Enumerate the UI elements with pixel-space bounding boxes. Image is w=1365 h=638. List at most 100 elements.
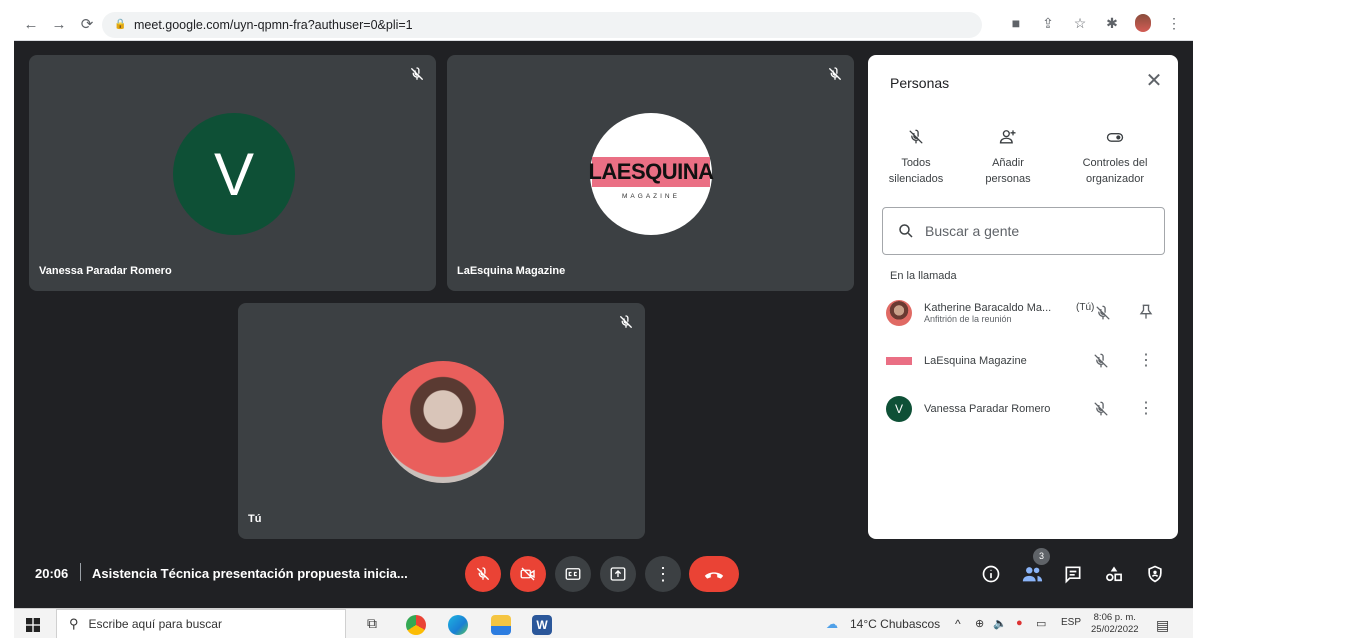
search-icon [899,224,913,238]
reload-icon[interactable]: ⟳ [76,13,98,35]
more-vert-icon[interactable]: ⋮ [1136,398,1156,418]
network-icon[interactable]: ⊕ [975,617,984,630]
captions-icon [565,568,581,580]
browser-menu-icon[interactable]: ⋮ [1165,15,1183,32]
close-icon[interactable]: ✕ [1144,71,1164,91]
add-people-button[interactable]: Añadir personas [963,127,1053,187]
action-label-line2: silenciados [888,173,944,185]
tray-app-icon[interactable]: ● [1016,617,1023,629]
person-row-laesquina[interactable]: LaEsquina Magazine ⋮ [886,343,1166,379]
meeting-info-icon[interactable] [979,562,1003,586]
mute-all-button[interactable]: Todos silenciados [871,127,961,187]
more-vert-icon: ⋮ [654,564,672,584]
avatar [382,361,504,483]
action-label-line1: Todos [901,157,931,169]
action-label-line2: organizador [1085,173,1145,185]
taskbar-search-input[interactable]: ⚲ Escribe aquí para buscar [56,609,346,638]
meeting-title: Asistencia Técnica presentación propuest… [92,566,408,581]
mic-off-icon [620,315,632,328]
meeting-clock: 20:06 [35,566,69,581]
word-app-icon[interactable]: W [532,615,552,635]
screen: ← → ⟳ 🔒 meet.google.com/uyn-qpmn-fra?aut… [14,8,1193,638]
person-role: Anfitrión de la reunión [924,314,1012,324]
participant-count-badge: 3 [1033,548,1050,565]
host-safety-icon[interactable] [1143,562,1167,586]
forward-icon[interactable]: → [48,13,70,35]
mic-off-icon [411,67,423,80]
participant-tile-self[interactable]: Tú [238,303,645,539]
volume-icon[interactable]: 🔈 [993,617,1007,630]
windows-start-icon[interactable] [26,618,40,632]
mic-off-icon[interactable] [1091,351,1111,371]
back-icon[interactable]: ← [20,13,42,35]
browser-actions: ■ ⇪ ☆ ✱ ⋮ [1007,14,1183,32]
pin-icon[interactable] [1136,302,1156,322]
extensions-icon[interactable]: ✱ [1103,15,1121,32]
lock-icon: 🔒 [114,19,127,30]
participant-name: LaEsquina Magazine [457,265,566,277]
battery-icon[interactable]: ▭ [1036,617,1046,630]
bookmark-star-icon[interactable]: ☆ [1071,15,1089,32]
weather-text[interactable]: 14°C Chubascos [850,617,940,631]
more-options-button[interactable]: ⋮ [645,556,681,592]
clock-date: 25/02/2022 [1091,624,1139,635]
action-label-line1: Añadir [992,157,1024,169]
captions-button[interactable] [555,556,591,592]
chat-icon[interactable] [1061,562,1085,586]
participant-tile-vanessa[interactable]: V Vanessa Paradar Romero [29,55,436,291]
participant-tile-laesquina[interactable]: LAESQUINA MAGAZINE LaEsquina Magazine [447,55,854,291]
input-language[interactable]: ESP [1061,617,1081,628]
activities-icon[interactable] [1102,562,1126,586]
avatar [886,300,912,326]
tray-overflow-icon[interactable]: ^ [955,617,961,631]
chrome-app-icon[interactable] [406,615,426,635]
avatar [886,357,912,365]
person-name: Vanessa Paradar Romero [924,403,1051,415]
leave-call-button[interactable] [689,556,739,592]
search-placeholder: Buscar a gente [925,223,1020,239]
camera-toggle-button[interactable] [510,556,546,592]
avatar: V [173,113,295,235]
divider [80,563,81,581]
toggle-icon [1106,133,1124,142]
page-frame: ← → ⟳ 🔒 meet.google.com/uyn-qpmn-fra?aut… [0,0,1365,638]
task-view-icon[interactable]: ⧉ [362,615,382,635]
people-panel: Personas ✕ Todos silenciados Añadir pers… [868,55,1178,539]
taskbar-clock[interactable]: 8:06 p. m. 25/02/2022 [1091,612,1139,636]
camera-off-icon [520,567,535,581]
panel-title: Personas [890,75,950,91]
present-screen-button[interactable] [600,556,636,592]
participant-name: Tú [248,513,262,525]
laesquina-logo-subtitle: MAGAZINE [622,193,680,200]
mic-toggle-button[interactable] [465,556,501,592]
edge-app-icon[interactable] [448,615,468,635]
laesquina-logo: LAESQUINA [588,157,714,187]
notifications-icon[interactable]: ▤ [1156,617,1169,634]
address-bar[interactable]: 🔒 meet.google.com/uyn-qpmn-fra?authuser=… [102,12,982,38]
address-bar-url: meet.google.com/uyn-qpmn-fra?authuser=0&… [134,18,413,32]
action-label-line2: personas [985,173,1031,185]
add-person-icon [999,130,1016,144]
person-name: LaEsquina Magazine [924,355,1027,367]
people-icon[interactable] [1020,562,1044,586]
mic-off-icon[interactable] [1091,399,1111,419]
hang-up-icon [704,572,724,579]
in-call-section-label: En la llamada [890,270,957,282]
host-controls-button[interactable]: Controles del organizador [1070,127,1160,187]
share-icon[interactable]: ⇪ [1039,15,1057,32]
taskbar-search-placeholder: Escribe aquí para buscar [88,617,222,631]
avatar: LAESQUINA MAGAZINE [588,113,714,235]
person-name: Katherine Baracaldo Ma... [924,302,1052,314]
camera-indicator-icon[interactable]: ■ [1007,15,1025,31]
profile-avatar[interactable] [1135,14,1151,32]
person-row-vanessa[interactable]: V Vanessa Paradar Romero ⋮ [886,391,1166,427]
browser-toolbar: ← → ⟳ 🔒 meet.google.com/uyn-qpmn-fra?aut… [14,8,1193,41]
mic-off-icon[interactable] [1093,303,1113,323]
more-vert-icon[interactable]: ⋮ [1136,350,1156,370]
avatar: V [886,396,912,422]
people-search-input[interactable]: Buscar a gente [882,207,1165,255]
file-explorer-icon[interactable] [491,615,511,635]
person-row-katherine[interactable]: Katherine Baracaldo Ma... Anfitrión de l… [886,295,1166,331]
participant-name: Vanessa Paradar Romero [39,265,172,277]
search-icon: ⚲ [69,616,79,631]
